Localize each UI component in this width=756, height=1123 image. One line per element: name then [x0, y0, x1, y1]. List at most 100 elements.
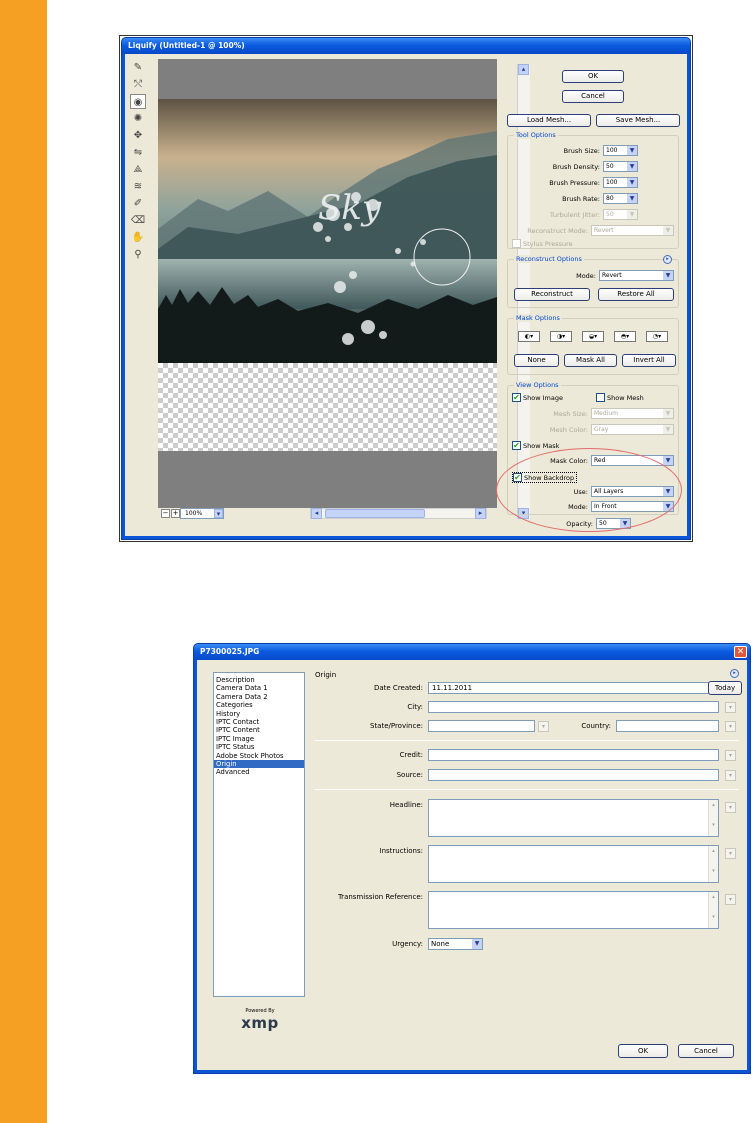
turbulence-tool-icon[interactable]: ≋	[130, 179, 146, 194]
list-item[interactable]: IPTC Contact	[214, 718, 304, 726]
list-item[interactable]: History	[214, 710, 304, 718]
list-item[interactable]: IPTC Content	[214, 726, 304, 734]
textarea-scrollbar[interactable]: ▴ ▾	[708, 846, 718, 882]
mask-none-button[interactable]: None	[514, 354, 559, 367]
invert-selection-icon[interactable]: ◔▾	[646, 331, 668, 342]
stylus-pressure-checkbox: Stylus Pressure	[512, 239, 573, 248]
textarea-scrollbar[interactable]: ▴ ▾	[708, 800, 718, 836]
chevron-down-icon: ▼	[663, 425, 673, 434]
checkbox-box	[596, 393, 605, 402]
chevron-down-icon[interactable]: ▾	[725, 721, 736, 732]
brush-pressure-input[interactable]: 100 ▼	[603, 177, 638, 188]
list-item[interactable]: Advanced	[214, 768, 304, 776]
options-menu-icon[interactable]: ▸	[730, 669, 739, 678]
today-button[interactable]: Today	[708, 681, 742, 695]
twirl-tool-icon[interactable]: ◉	[130, 94, 146, 109]
push-left-tool-icon[interactable]: ⇋	[130, 145, 146, 160]
transmission-reference-textarea[interactable]: ▴ ▾	[428, 891, 719, 929]
list-item-selected[interactable]: Origin	[214, 759, 304, 769]
list-item[interactable]: Categories	[214, 701, 304, 709]
restore-all-button[interactable]: Restore All	[598, 288, 674, 301]
date-created-label: Date Created:	[373, 684, 423, 692]
canvas-horizontal-scrollbar[interactable]: ◂ ▸	[310, 508, 487, 519]
urgency-select[interactable]: None ▼	[428, 938, 483, 950]
brush-rate-row: Brush Rate: 80 ▼	[562, 193, 638, 204]
cancel-button[interactable]: Cancel	[562, 90, 624, 103]
brush-rate-input[interactable]: 80 ▼	[603, 193, 638, 204]
brush-size-input[interactable]: 100 ▼	[603, 145, 638, 156]
textarea-scrollbar[interactable]: ▴ ▾	[708, 892, 718, 928]
panel-menu-icon[interactable]: ▸	[663, 255, 672, 264]
freeze-mask-tool-icon[interactable]: ✐	[130, 196, 146, 211]
load-mesh-button[interactable]: Load Mesh...	[507, 114, 591, 127]
ok-button[interactable]: OK	[618, 1044, 668, 1058]
chevron-down-icon[interactable]: ▾	[538, 721, 549, 732]
chevron-down-icon[interactable]: ▾	[725, 702, 736, 713]
chevron-down-icon[interactable]: ▼	[627, 146, 637, 155]
zoom-level-select[interactable]: 100% ▾	[180, 508, 224, 519]
close-icon[interactable]: ✕	[734, 646, 747, 658]
chevron-down-icon[interactable]: ▼	[627, 178, 637, 187]
hand-tool-icon[interactable]: ✋	[130, 230, 146, 245]
chevron-down-icon[interactable]: ▼	[627, 194, 637, 203]
mesh-color-value: Gray	[594, 426, 609, 433]
source-input[interactable]	[428, 769, 719, 781]
scroll-thumb[interactable]	[325, 509, 425, 518]
reconstruct-mode2-select[interactable]: Revert ▼	[599, 270, 674, 281]
invert-all-button[interactable]: Invert All	[622, 354, 676, 367]
chevron-down-icon[interactable]: ▾	[725, 894, 736, 905]
show-mask-checkbox[interactable]: ✔ Show Mask	[512, 441, 559, 450]
mask-all-button[interactable]: Mask All	[564, 354, 617, 367]
date-created-input[interactable]: 11.11.2011	[428, 682, 716, 694]
chevron-down-icon[interactable]: ▾	[725, 770, 736, 781]
chevron-down-icon[interactable]: ▾	[725, 848, 736, 859]
chevron-down-icon[interactable]: ▼	[663, 456, 673, 465]
add-to-selection-icon[interactable]: ◑▾	[550, 331, 572, 342]
zoom-out-button[interactable]: −	[161, 509, 170, 518]
zoom-tool-icon[interactable]: ⚲	[130, 247, 146, 262]
country-input[interactable]	[616, 720, 719, 732]
list-item[interactable]: IPTC Image	[214, 735, 304, 743]
orange-side-bar	[0, 0, 47, 1123]
ok-button[interactable]: OK	[562, 70, 624, 83]
cancel-button[interactable]: Cancel	[678, 1044, 734, 1058]
pucker-tool-icon[interactable]: ✺	[130, 111, 146, 126]
chevron-down-icon[interactable]: ▼	[472, 939, 482, 949]
zoom-dropdown-icon[interactable]: ▾	[214, 509, 223, 518]
turbulent-jitter-label: Turbulent Jitter:	[549, 210, 600, 219]
forward-warp-tool-icon[interactable]: ✎	[130, 60, 146, 75]
chevron-down-icon[interactable]: ▾	[725, 802, 736, 813]
list-item[interactable]: Camera Data 2	[214, 693, 304, 701]
replace-selection-icon[interactable]: ◐▾	[518, 331, 540, 342]
headline-textarea[interactable]: ▴ ▾	[428, 799, 719, 837]
separator	[315, 740, 739, 741]
brush-density-input[interactable]: 50 ▼	[603, 161, 638, 172]
subtract-from-selection-icon[interactable]: ◒▾	[582, 331, 604, 342]
chevron-down-icon[interactable]: ▾	[725, 750, 736, 761]
chevron-down-icon[interactable]: ▼	[663, 271, 673, 280]
city-input[interactable]	[428, 701, 719, 713]
reconstruct-mode-label: Reconstruct Mode:	[527, 226, 588, 235]
zoom-in-button[interactable]: +	[171, 509, 180, 518]
reconstruct-tool-icon[interactable]: ⤲	[130, 77, 146, 92]
liquify-canvas[interactable]: Sky ▴ ▾	[158, 59, 530, 519]
scroll-left-icon[interactable]: ◂	[311, 508, 322, 519]
credit-input[interactable]	[428, 749, 719, 761]
show-image-checkbox[interactable]: ✔ Show Image	[512, 393, 563, 402]
intersect-selection-icon[interactable]: ◓▾	[614, 331, 636, 342]
list-item[interactable]: Adobe Stock Photos	[214, 752, 304, 760]
mesh-color-select: Gray ▼	[591, 424, 674, 435]
reconstruct-button[interactable]: Reconstruct	[514, 288, 590, 301]
show-mesh-checkbox[interactable]: Show Mesh	[596, 393, 644, 402]
save-mesh-button[interactable]: Save Mesh...	[596, 114, 680, 127]
scroll-right-icon[interactable]: ▸	[475, 508, 486, 519]
list-item[interactable]: Camera Data 1	[214, 684, 304, 692]
list-item[interactable]: IPTC Status	[214, 743, 304, 751]
thaw-mask-tool-icon[interactable]: ⌫	[130, 213, 146, 228]
chevron-down-icon[interactable]: ▼	[627, 162, 637, 171]
mirror-tool-icon[interactable]: ⟁	[130, 162, 146, 177]
bloat-tool-icon[interactable]: ✥	[130, 128, 146, 143]
instructions-textarea[interactable]: ▴ ▾	[428, 845, 719, 883]
list-item[interactable]: Description	[214, 676, 304, 684]
state-province-input[interactable]	[428, 720, 535, 732]
